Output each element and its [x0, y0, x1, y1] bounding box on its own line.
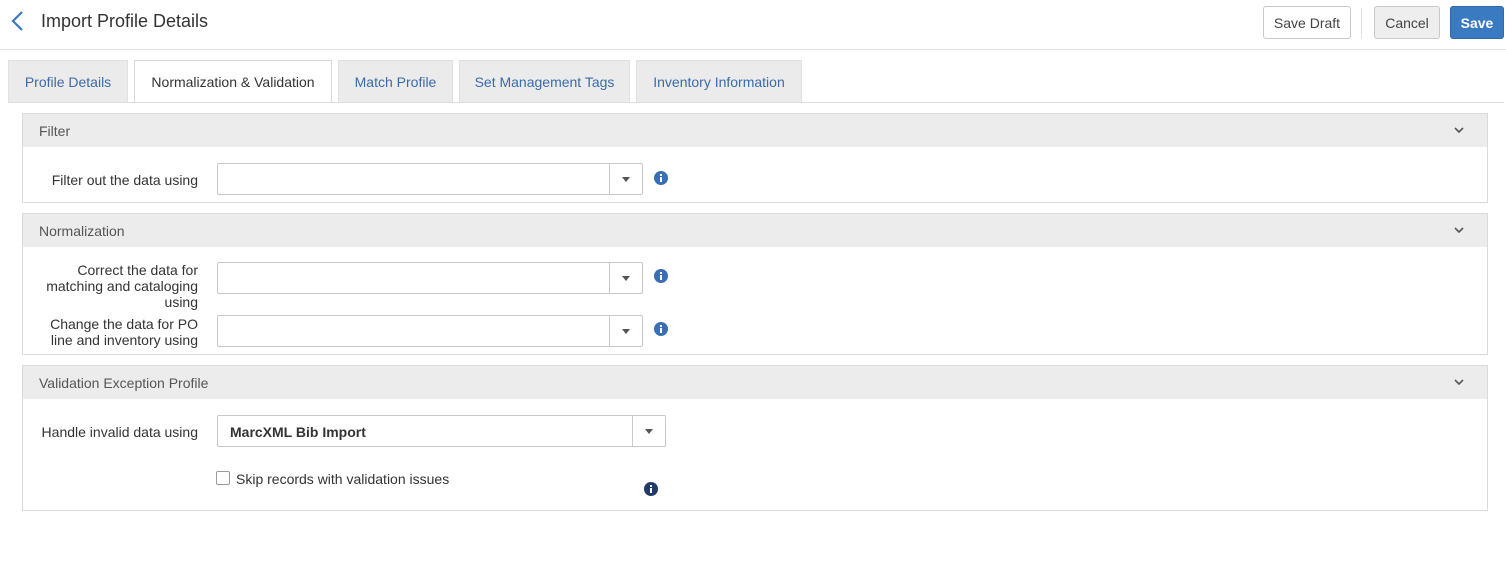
validation-section: Validation Exception Profile Handle inva…: [22, 365, 1488, 511]
select-divider: [609, 263, 610, 293]
skip-records-label[interactable]: Skip records with validation issues: [236, 471, 449, 487]
select-divider: [632, 416, 633, 446]
change-data-label: Change the data for PO line and inventor…: [50, 316, 198, 348]
save-button[interactable]: Save: [1450, 6, 1504, 39]
tab-profile-details[interactable]: Profile Details: [8, 60, 128, 102]
chevron-down-icon[interactable]: [1453, 225, 1465, 235]
tabs-divider: [8, 102, 1504, 103]
caret-down-icon: [622, 329, 630, 334]
chevron-down-icon[interactable]: [1453, 377, 1465, 387]
normalization-section-header[interactable]: Normalization: [23, 214, 1487, 247]
chevron-left-icon[interactable]: [8, 9, 28, 33]
save-draft-button[interactable]: Save Draft: [1263, 6, 1351, 39]
header-divider: [1361, 8, 1362, 38]
tab-normalization-validation[interactable]: Normalization & Validation: [134, 60, 332, 103]
info-icon[interactable]: [654, 171, 668, 185]
handle-invalid-select[interactable]: MarcXML Bib Import: [217, 415, 666, 447]
caret-down-icon: [645, 429, 653, 434]
page-header: Import Profile Details Save Draft Cancel…: [0, 0, 1506, 50]
filter-label: Filter out the data using: [51, 172, 198, 188]
skip-records-checkbox[interactable]: [216, 471, 230, 485]
select-divider: [609, 316, 610, 346]
chevron-down-icon[interactable]: [1453, 125, 1465, 135]
filter-section: Filter Filter out the data using: [22, 113, 1488, 203]
filter-select[interactable]: [217, 163, 643, 195]
validation-section-header[interactable]: Validation Exception Profile: [23, 366, 1487, 399]
caret-down-icon: [622, 276, 630, 281]
info-icon[interactable]: [654, 269, 668, 283]
normalization-section-title: Normalization: [39, 222, 125, 239]
filter-section-header[interactable]: Filter: [23, 114, 1487, 147]
info-icon[interactable]: [654, 322, 668, 336]
info-icon[interactable]: [644, 482, 658, 496]
change-data-select[interactable]: [217, 315, 643, 347]
select-divider: [609, 164, 610, 194]
correct-data-select[interactable]: [217, 262, 643, 294]
validation-section-title: Validation Exception Profile: [39, 374, 209, 391]
correct-data-label: Correct the data for matching and catalo…: [46, 262, 198, 310]
normalization-section: Normalization Correct the data for match…: [22, 213, 1488, 355]
handle-invalid-value: MarcXML Bib Import: [230, 424, 366, 440]
tab-match-profile[interactable]: Match Profile: [338, 60, 453, 102]
tab-set-management-tags[interactable]: Set Management Tags: [459, 60, 630, 102]
handle-invalid-label: Handle invalid data using: [41, 424, 198, 440]
tab-inventory-information[interactable]: Inventory Information: [636, 60, 802, 102]
filter-section-title: Filter: [39, 122, 71, 139]
page-title: Import Profile Details: [41, 11, 209, 31]
cancel-button[interactable]: Cancel: [1374, 6, 1440, 39]
caret-down-icon: [622, 177, 630, 182]
